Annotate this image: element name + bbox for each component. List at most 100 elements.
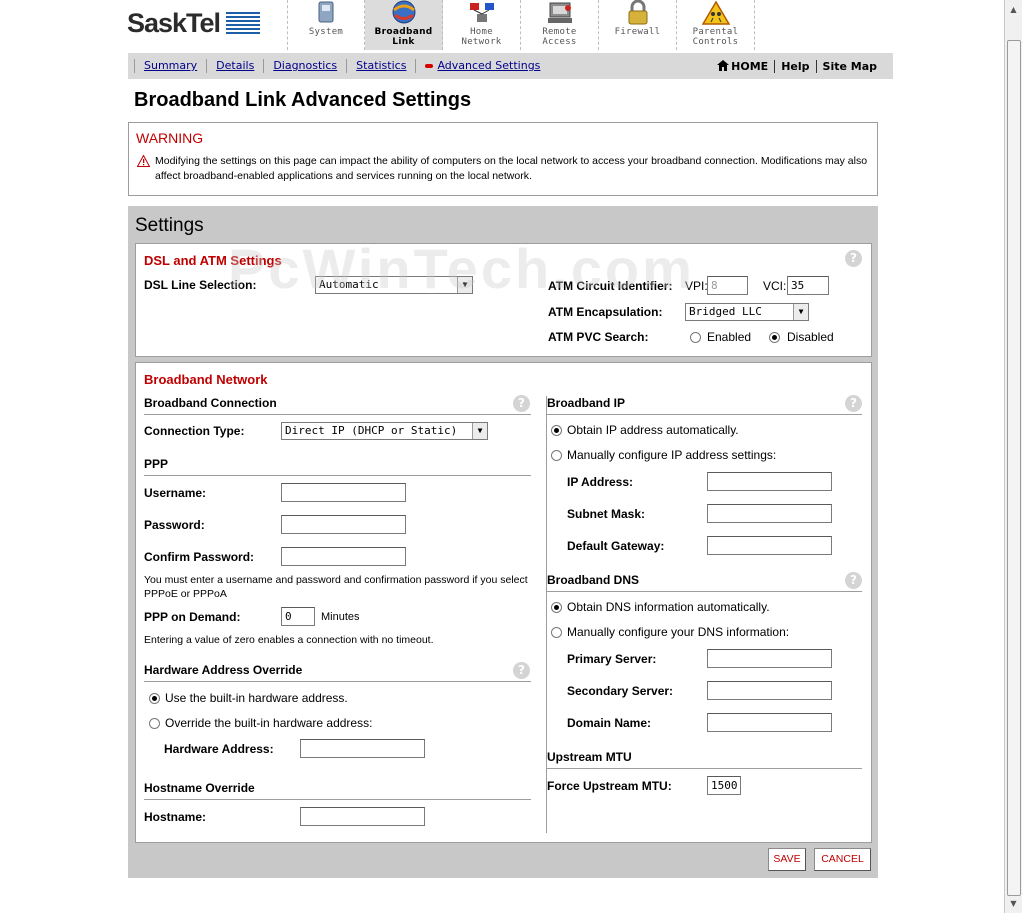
help-icon[interactable]: ? — [845, 250, 862, 267]
tab-label: System — [308, 27, 344, 37]
save-button[interactable]: SAVE — [768, 848, 806, 871]
vertical-scrollbar[interactable]: ▲ ▼ — [1004, 0, 1022, 913]
ppp-note: You must enter a username and password a… — [144, 574, 528, 600]
hardware-address-input[interactable] — [300, 739, 425, 758]
pvc-enabled-radio[interactable] — [690, 332, 701, 343]
secondary-server-input[interactable] — [707, 681, 832, 700]
hw-builtin-radio[interactable] — [149, 693, 160, 704]
home-icon — [717, 59, 730, 71]
subnav-item-statistics: Statistics — [346, 59, 415, 73]
connection-type-select[interactable]: Direct IP (DHCP or Static) ▼ — [281, 422, 488, 440]
ip-auto-radio[interactable] — [551, 425, 562, 436]
confirm-password-label: Confirm Password: — [144, 550, 255, 564]
chevron-down-icon: ▼ — [793, 304, 808, 320]
broadband-globe-icon — [392, 0, 416, 24]
tab-remote-access[interactable]: Remote Access — [521, 0, 599, 50]
help-icon[interactable]: ? — [845, 395, 862, 412]
connection-type-value: Direct IP (DHCP or Static) — [285, 424, 458, 437]
tab-parental-controls[interactable]: Parental Controls — [677, 0, 755, 50]
warning-title: WARNING — [136, 130, 204, 146]
tab-label: Remote Access — [542, 27, 577, 47]
ppp-on-demand-label: PPP on Demand: — [144, 610, 241, 624]
cancel-button[interactable]: CANCEL — [814, 848, 871, 871]
password-label: Password: — [144, 518, 205, 532]
scrollbar-thumb[interactable] — [1007, 40, 1021, 896]
hostname-override-heading: Hostname Override — [144, 781, 531, 800]
dsl-atm-box: DSL and ATM Settings ? DSL Line Selectio… — [135, 243, 872, 357]
warning-text: Modifying the settings on this page can … — [155, 155, 868, 182]
dns-auto-radio[interactable] — [551, 602, 562, 613]
chevron-down-icon: ▼ — [457, 277, 472, 293]
pvc-disabled-radio[interactable] — [769, 332, 780, 343]
scroll-up-arrow-icon[interactable]: ▲ — [1007, 3, 1020, 16]
password-input[interactable] — [281, 515, 406, 534]
atm-encapsulation-value: Bridged LLC — [689, 305, 762, 318]
ip-address-input[interactable] — [707, 472, 832, 491]
page-title: Broadband Link Advanced Settings — [134, 89, 472, 111]
force-upstream-mtu-input[interactable]: 1500 — [707, 776, 741, 795]
settings-title: Settings — [135, 215, 204, 236]
tab-system[interactable]: System — [287, 0, 365, 50]
dns-auto-label: Obtain DNS information automatically. — [567, 600, 770, 614]
tab-firewall[interactable]: Firewall — [599, 0, 677, 50]
vpi-input[interactable]: 8 — [707, 276, 748, 295]
logo-text: SaskTel — [127, 7, 221, 38]
sub-nav: Summary Details Diagnostics Statistics A… — [128, 53, 893, 79]
summary-link[interactable]: Summary — [144, 59, 197, 72]
dns-manual-radio[interactable] — [551, 627, 562, 638]
firewall-lock-icon — [628, 0, 648, 25]
help-icon[interactable]: ? — [845, 572, 862, 589]
atm-encapsulation-label: ATM Encapsulation: — [548, 305, 663, 319]
vci-label: VCI: — [763, 279, 787, 293]
atm-encapsulation-select[interactable]: Bridged LLC ▼ — [685, 303, 809, 321]
dns-manual-label: Manually configure your DNS information: — [567, 625, 790, 639]
parental-controls-icon — [701, 0, 731, 25]
broadband-dns-heading: Broadband DNS — [547, 573, 862, 592]
ip-auto-label: Obtain IP address automatically. — [567, 423, 739, 437]
atm-circuit-label: ATM Circuit Identifier: — [548, 279, 673, 293]
home-link[interactable]: HOME — [711, 59, 774, 73]
ppp-on-demand-input[interactable]: 0 — [281, 607, 315, 626]
vci-input[interactable]: 35 — [787, 276, 829, 295]
help-link[interactable]: Help — [774, 59, 815, 73]
help-icon[interactable]: ? — [513, 395, 530, 412]
hw-override-radio[interactable] — [149, 718, 160, 729]
dsl-line-selection-select[interactable]: Automatic ▼ — [315, 276, 473, 294]
broadband-ip-heading: Broadband IP — [547, 396, 862, 415]
scroll-down-arrow-icon[interactable]: ▼ — [1007, 897, 1020, 910]
warning-icon — [137, 155, 150, 167]
default-gateway-input[interactable] — [707, 536, 832, 555]
tab-label: Home Network — [461, 27, 502, 47]
remote-access-icon — [548, 2, 572, 23]
chevron-down-icon: ▼ — [472, 423, 487, 439]
current-page-marker-icon — [425, 64, 434, 68]
subnav-item-diagnostics: Diagnostics — [263, 59, 346, 73]
tab-label: Firewall — [614, 27, 661, 37]
hostname-input[interactable] — [300, 807, 425, 826]
help-icon[interactable]: ? — [513, 662, 530, 679]
broadband-network-title: Broadband Network — [144, 372, 268, 387]
dsl-line-selection-label: DSL Line Selection: — [144, 278, 257, 292]
ppp-heading: PPP — [144, 457, 531, 476]
ip-manual-radio[interactable] — [551, 450, 562, 461]
advanced-settings-link[interactable]: Advanced Settings — [437, 59, 540, 72]
username-input[interactable] — [281, 483, 406, 502]
broadband-connection-heading: Broadband Connection — [144, 396, 531, 415]
primary-server-input[interactable] — [707, 649, 832, 668]
statistics-link[interactable]: Statistics — [356, 59, 406, 72]
site-map-link[interactable]: Site Map — [815, 59, 883, 73]
settings-panel: Settings DSL and ATM Settings ? DSL Line… — [128, 206, 878, 878]
tab-broadband-link[interactable]: Broadband Link — [365, 0, 443, 50]
confirm-password-input[interactable] — [281, 547, 406, 566]
diagnostics-link[interactable]: Diagnostics — [273, 59, 337, 72]
subnav-item-details: Details — [206, 59, 263, 73]
subnet-mask-input[interactable] — [707, 504, 832, 523]
details-link[interactable]: Details — [216, 59, 254, 72]
atm-pvc-search-label: ATM PVC Search: — [548, 330, 649, 344]
hardware-address-label: Hardware Address: — [164, 742, 274, 756]
tab-home-network[interactable]: Home Network — [443, 0, 521, 50]
sasktel-logo[interactable]: SaskTel — [127, 7, 261, 38]
hw-override-label: Override the built-in hardware address: — [165, 716, 373, 730]
domain-name-input[interactable] — [707, 713, 832, 732]
ppp-on-demand-unit: Minutes — [321, 611, 360, 623]
